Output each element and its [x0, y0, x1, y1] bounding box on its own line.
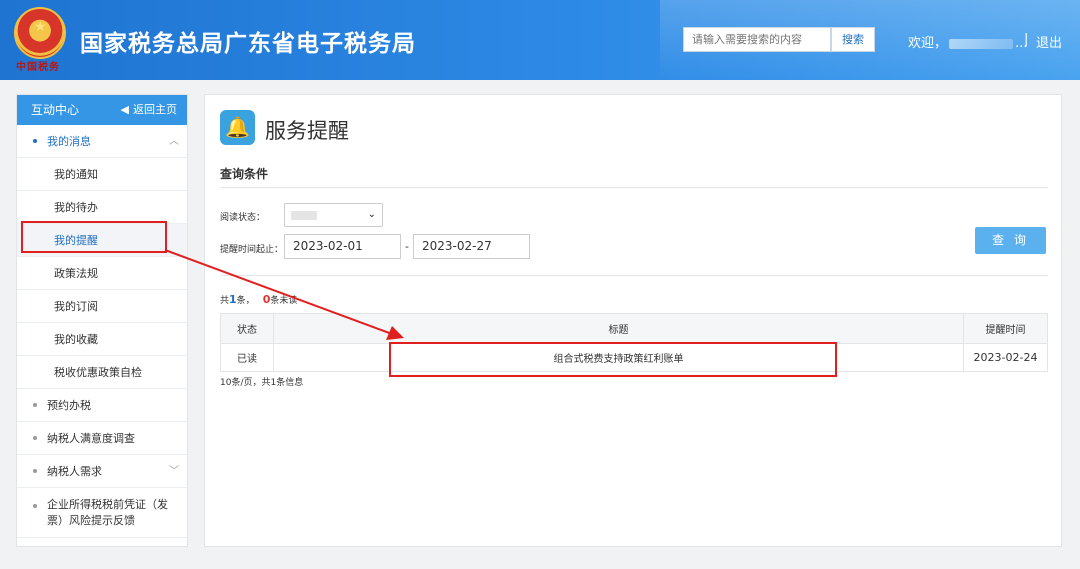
sidebar-item-favorites[interactable]: 我的收藏	[17, 323, 187, 356]
count-mid: 条，	[236, 296, 255, 306]
search-button[interactable]: 搜索	[831, 27, 875, 52]
bullet-icon	[33, 469, 37, 473]
tax-emblem-icon: ★	[14, 7, 66, 59]
date-separator: -	[405, 240, 409, 253]
back-home-link[interactable]: ◀ 返回主页	[121, 95, 177, 125]
sidebar-item-tax-incentive-check[interactable]: 税收优惠政策自检	[17, 356, 187, 389]
chevron-down-icon: ﹀	[169, 466, 179, 477]
reminder-table: 状态 标题 提醒时间 已读 组合式税费支持政策红利账单 2023-02-24	[220, 313, 1048, 372]
end-date-input[interactable]: 2023-02-27	[413, 234, 530, 259]
sidebar-group-label: 预约办税	[47, 399, 91, 412]
back-home-label: 返回主页	[133, 103, 177, 116]
read-status-label: 阅读状态：	[220, 213, 266, 223]
sidebar-group-label: 我的消息	[47, 135, 91, 148]
select-value-mask	[291, 210, 317, 220]
username-mask	[949, 38, 1014, 49]
page-title: 服务提醒	[265, 119, 349, 143]
bullet-icon	[33, 504, 37, 508]
count-prefix: 共	[220, 296, 230, 306]
bell-icon: 🔔	[220, 110, 255, 145]
count-total: 1	[229, 293, 237, 306]
row-status: 已读	[220, 343, 274, 372]
read-status-select[interactable]: ⌄	[284, 203, 383, 227]
row-title-link[interactable]: 组合式税费支持政策红利账单	[273, 343, 964, 372]
table-row[interactable]: 已读 组合式税费支持政策红利账单 2023-02-24	[220, 343, 1048, 372]
section-title: 查询条件	[220, 167, 269, 181]
sidebar-group-label: 纳税人需求	[47, 465, 102, 478]
column-header-status: 状态	[220, 313, 274, 344]
sidebar-group-satisfaction-survey[interactable]: 纳税人满意度调查	[17, 422, 187, 455]
sidebar: 互动中心 ◀ 返回主页 我的消息 ︿ 我的通知 我的待办 我的提醒 政策法规 我的订…	[16, 94, 188, 547]
sidebar-group-appointment[interactable]: 预约办税	[17, 389, 187, 422]
query-button[interactable]: 查 询	[975, 227, 1046, 254]
sidebar-item-reminders[interactable]: 我的提醒	[17, 224, 187, 257]
sidebar-group-label: 企业所得税税前凭证（发票）风险提示反馈	[47, 498, 168, 527]
sidebar-group-invoice-risk-feedback[interactable]: 企业所得税税前凭证（发票）风险提示反馈	[17, 488, 187, 538]
table-header-row: 状态 标题 提醒时间	[220, 313, 1048, 344]
result-count: 共1条， 0条未读	[220, 293, 297, 306]
date-range-label: 提醒时间起止：	[220, 245, 284, 255]
bullet-icon	[33, 139, 37, 143]
bullet-icon	[33, 403, 37, 407]
sidebar-group-taxpayer-needs[interactable]: 纳税人需求 ﹀	[17, 455, 187, 488]
chevron-up-icon: ︿	[169, 136, 179, 147]
sidebar-item-policies[interactable]: 政策法规	[17, 257, 187, 290]
app-header: ★ 中国税务 国家税务总局广东省电子税务局 搜索 欢迎，... | 退出	[0, 0, 1080, 80]
main-panel: 🔔 服务提醒 查询条件 阅读状态： ⌄ 提醒时间起止： 2023-02-01 -…	[204, 94, 1062, 547]
sidebar-item-notifications[interactable]: 我的通知	[17, 158, 187, 191]
sidebar-title: 互动中心	[31, 103, 80, 117]
header-separator: |	[1024, 32, 1029, 47]
sidebar-item-subscriptions[interactable]: 我的订阅	[17, 290, 187, 323]
sidebar-header: 互动中心 ◀ 返回主页	[17, 95, 187, 125]
back-arrow-icon: ◀	[120, 103, 129, 116]
pagination-info: 10条/页，共1条信息	[220, 378, 304, 388]
column-header-time: 提醒时间	[963, 313, 1048, 344]
welcome-text: 欢迎，...	[908, 32, 1027, 51]
divider	[220, 275, 1048, 276]
start-date-input[interactable]: 2023-02-01	[284, 234, 401, 259]
count-suffix: 条未读	[270, 296, 298, 306]
star-icon: ★	[34, 19, 47, 35]
bullet-icon	[33, 436, 37, 440]
logout-link[interactable]: 退出	[1036, 32, 1062, 51]
site-title: 国家税务总局广东省电子税务局	[80, 31, 416, 57]
chevron-down-icon: ⌄	[367, 209, 376, 220]
emblem-caption: 中国税务	[16, 62, 60, 73]
sidebar-group-label: 纳税人满意度调查	[47, 432, 135, 445]
divider	[220, 187, 1048, 188]
row-time: 2023-02-24	[963, 343, 1048, 372]
welcome-label: 欢迎，	[908, 36, 948, 51]
search-input[interactable]	[683, 27, 831, 52]
column-header-title: 标题	[273, 313, 964, 344]
sidebar-group-my-messages[interactable]: 我的消息 ︿	[17, 125, 187, 158]
sidebar-item-todo[interactable]: 我的待办	[17, 191, 187, 224]
